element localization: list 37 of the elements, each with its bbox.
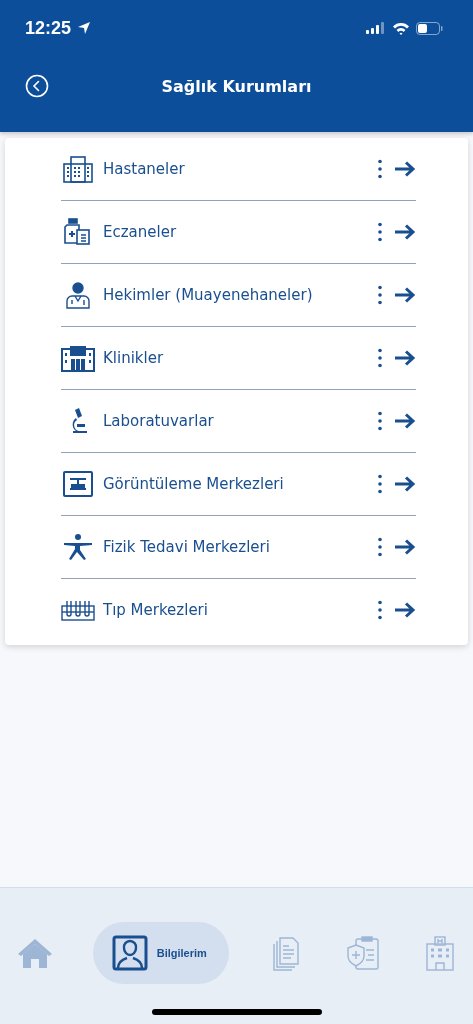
more-options-icon[interactable]	[377, 600, 383, 620]
more-options-icon[interactable]	[377, 411, 383, 431]
scanner-icon	[61, 469, 95, 499]
arrow-right-icon[interactable]	[394, 350, 416, 366]
person-icon	[110, 934, 149, 972]
status-time: 12:25	[25, 17, 72, 39]
arrow-right-icon[interactable]	[394, 413, 416, 429]
clinic-building-icon	[61, 343, 95, 373]
arrow-right-icon[interactable]	[394, 224, 416, 240]
more-options-icon[interactable]	[377, 474, 383, 494]
category-label[interactable]: Eczaneler	[103, 223, 377, 241]
more-options-icon[interactable]	[377, 222, 383, 242]
stretching-figure-icon	[61, 532, 95, 562]
page-title: Sağlık Kurumları	[160, 76, 313, 96]
category-label[interactable]: Görüntüleme Merkezleri	[103, 475, 377, 493]
wifi-icon	[392, 21, 410, 35]
hospital-building-icon	[61, 154, 95, 184]
category-label[interactable]: Hastaneler	[103, 160, 377, 178]
arrow-right-icon[interactable]	[394, 539, 416, 555]
arrow-right-icon[interactable]	[394, 476, 416, 492]
more-options-icon[interactable]	[377, 537, 383, 557]
tab[interactable]: Bilgilerim	[92, 922, 229, 984]
more-options-icon[interactable]	[377, 159, 383, 179]
battery-icon	[416, 21, 443, 35]
category-label[interactable]: Tıp Merkezleri	[103, 601, 377, 619]
arrow-right-icon[interactable]	[394, 161, 416, 177]
location-arrow-icon	[77, 21, 92, 35]
category-label[interactable]: Laboratuvarlar	[103, 412, 377, 430]
more-options-icon[interactable]	[377, 348, 383, 368]
category-label[interactable]: Klinikler	[103, 349, 377, 367]
signal-icon	[366, 22, 386, 34]
arrow-right-icon[interactable]	[394, 602, 416, 618]
arrow-right-icon[interactable]	[394, 287, 416, 303]
category-label[interactable]: Hekimler (Muayenehaneler)	[103, 286, 377, 304]
more-options-icon[interactable]	[377, 285, 383, 305]
category-label[interactable]: Fizik Tedavi Merkezleri	[103, 538, 377, 556]
back-button[interactable]	[25, 74, 49, 98]
